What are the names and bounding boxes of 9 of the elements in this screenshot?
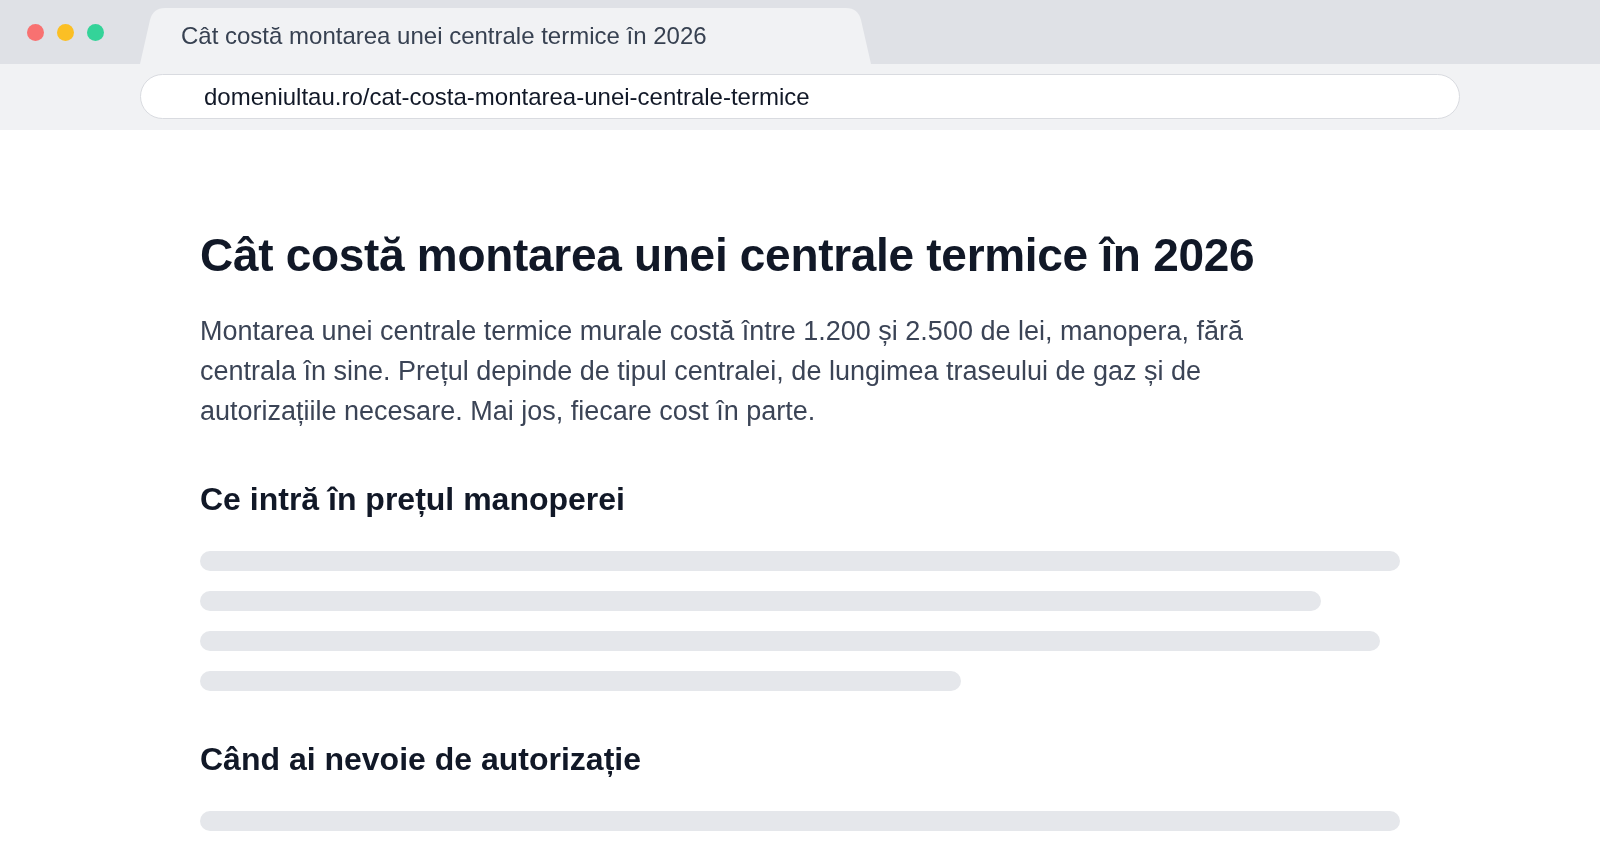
browser-tab[interactable]: Cât costă montarea unei centrale termice în 2026 [140, 8, 871, 64]
section-heading: Când ai nevoie de autorizație [200, 740, 642, 778]
address-bar[interactable]: domeniultau.ro/cat-costa-montarea-unei-centrale-termice [140, 74, 1460, 119]
window-close-icon[interactable] [27, 23, 44, 41]
section-heading: Ce intră în prețul manoperei [200, 480, 626, 518]
article-title: Cât costă montarea unei centrale termice în 2026 [200, 228, 1256, 282]
window-minimize-icon[interactable] [57, 23, 74, 41]
intro-paragraph: Montarea unei centrale termice murale costă între 1.200 și 2.500 de lei, manopera, fără centrala în sine. Prețul depinde de tipul centralei, de lungimea traseului de gaz și de autorizațiile necesare. Mai jos, fiecare cost în parte. [200, 315, 1245, 428]
window-zoom-icon[interactable] [87, 23, 104, 41]
